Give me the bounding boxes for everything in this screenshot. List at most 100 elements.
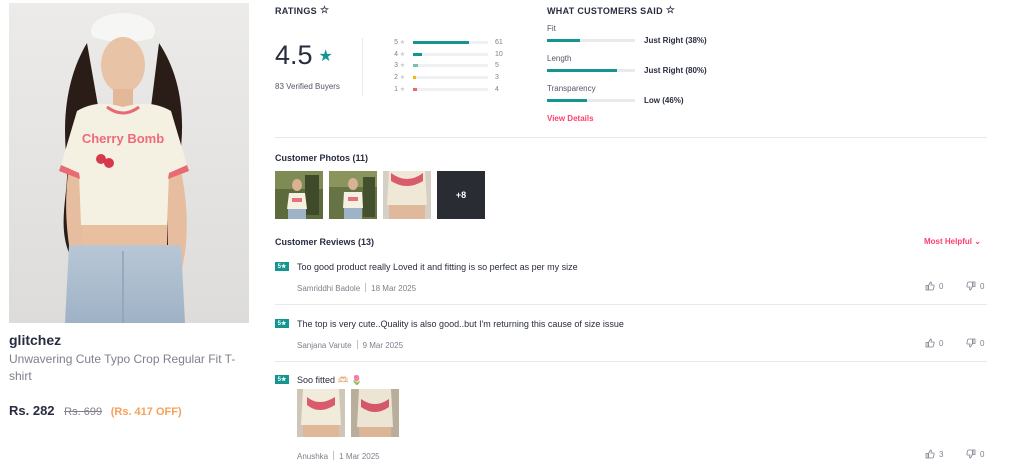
customers-said-title: WHAT CUSTOMERS SAID [547, 5, 663, 16]
fit-bar [547, 39, 635, 42]
thumbs-down-icon [966, 281, 976, 291]
review-photo[interactable] [297, 389, 345, 437]
review-rating-badge: 5★ [275, 262, 289, 271]
rating-row-bar [413, 76, 488, 80]
rating-row-bar [413, 41, 488, 45]
shirt-print-text: Cherry Bomb [82, 131, 164, 146]
review-author: Anushka [297, 452, 329, 461]
star-icon: ★ [399, 63, 406, 70]
transparency-value: Low (46%) [644, 96, 684, 105]
review-date: 18 Mar 2025 [371, 284, 417, 293]
chevron-down-icon: ⌄ [974, 237, 981, 246]
rating-row-bar [413, 87, 488, 91]
product-name: Unwavering Cute Typo Crop Regular Fit T-… [9, 352, 236, 383]
length-bar [547, 69, 635, 72]
review-divider [275, 361, 987, 362]
star-outline-icon: ☆ [319, 5, 330, 16]
helpful-button[interactable]: 0 [925, 281, 943, 291]
review-rating-badge: 5★ [275, 375, 289, 384]
rating-row-label: 3 [394, 62, 398, 70]
rating-row-label: 2 [394, 74, 398, 82]
review-meta: Anushka 1 Mar 2025 [297, 451, 380, 461]
fit-bar-fill [547, 39, 581, 42]
review-text: The top is very cute..Quality is also go… [297, 319, 624, 329]
not-helpful-count: 0 [980, 449, 985, 459]
rating-row-label: 5 [394, 39, 398, 47]
review-author: Samriddhi Badole [297, 284, 361, 293]
product-brand: glitchez [9, 332, 62, 348]
not-helpful-button[interactable]: 0 [966, 281, 984, 291]
thumbs-up-icon [925, 338, 935, 348]
rating-row-label: 1 [394, 85, 398, 93]
rating-row-bar [413, 64, 488, 68]
customers-said-header: WHAT CUSTOMERS SAID ☆ [547, 5, 675, 16]
not-helpful-count: 0 [980, 338, 985, 348]
rating-row-bar [413, 52, 488, 56]
rating-row-bar-fill [413, 87, 417, 91]
review-divider [275, 304, 987, 305]
sort-dropdown[interactable]: Most Helpful ⌄ [924, 237, 981, 246]
not-helpful-count: 0 [980, 281, 985, 291]
thumbs-up-icon [925, 449, 935, 459]
section-divider [275, 137, 987, 138]
rating-row-label: 4 [394, 50, 398, 58]
ratings-header: RATINGS ☆ [275, 5, 329, 16]
review-author: Sanjana Varute [297, 341, 352, 350]
price-row: Rs. 282 Rs. 699 (Rs. 417 OFF) [9, 403, 182, 418]
star-outline-icon: ☆ [665, 5, 676, 16]
ratings-divider [362, 38, 363, 96]
average-rating-value: 4.5 [275, 40, 313, 70]
rating-row-count: 61 [495, 39, 503, 47]
rating-row-5: 5 ★ 61 [390, 37, 509, 49]
rating-row-2: 2 ★ 3 [390, 72, 509, 84]
transparency-label: Transparency [547, 84, 596, 93]
length-value: Just Right (80%) [644, 66, 707, 75]
helpful-button[interactable]: 3 [925, 449, 943, 459]
helpful-count: 0 [939, 281, 944, 291]
length-label: Length [547, 54, 572, 63]
review-text: Soo fitted 🫶🏻 🌷 [297, 375, 363, 385]
thumbs-up-icon [925, 281, 935, 291]
helpful-button[interactable]: 0 [925, 338, 943, 348]
rating-row-count: 3 [495, 74, 499, 82]
customer-photo-thumbnail[interactable] [383, 171, 431, 219]
helpful-count: 3 [939, 449, 944, 459]
star-icon: ★ [399, 86, 406, 93]
helpful-count: 0 [939, 338, 944, 348]
review-rating-badge: 5★ [275, 319, 289, 328]
star-icon: ★ [399, 75, 406, 82]
average-rating: 4.5 ★ [275, 40, 333, 71]
transparency-bar [547, 99, 635, 102]
customer-reviews-title: Customer Reviews (13) [275, 237, 375, 247]
review-date: 9 Mar 2025 [362, 341, 404, 350]
discount-label: (Rs. 417 OFF) [110, 406, 182, 418]
rating-row-count: 10 [495, 50, 503, 58]
customer-photos-title: Customer Photos (11) [275, 153, 369, 163]
star-icon: ★ [399, 40, 406, 47]
review-meta: Sanjana Varute 9 Mar 2025 [297, 340, 403, 350]
fit-label: Fit [547, 24, 556, 33]
length-bar-fill [547, 69, 618, 72]
rating-row-bar-fill [413, 64, 418, 68]
verified-buyers: 83 Verified Buyers [275, 82, 340, 91]
more-photos-button[interactable]: +8 [437, 171, 485, 219]
rating-row-bar-fill [413, 52, 422, 56]
review-date: 1 Mar 2025 [339, 452, 380, 461]
review-photo[interactable] [351, 389, 399, 437]
not-helpful-button[interactable]: 0 [966, 449, 984, 459]
view-details-link[interactable]: View Details [547, 114, 594, 123]
thumbs-down-icon [966, 449, 976, 459]
not-helpful-button[interactable]: 0 [966, 338, 984, 348]
customer-photo-thumbnail[interactable] [275, 171, 323, 219]
rating-row-bar-fill [413, 41, 470, 45]
fit-value: Just Right (38%) [644, 36, 707, 45]
rating-row-1: 1 ★ 4 [390, 83, 509, 95]
review-text: Too good product really Loved it and fit… [297, 262, 578, 272]
star-icon: ★ [399, 51, 406, 58]
product-image[interactable]: Cherry Bomb [9, 3, 249, 323]
rating-row-count: 4 [495, 85, 499, 93]
sort-label: Most Helpful [924, 237, 972, 246]
rating-row-3: 3 ★ 5 [390, 60, 509, 72]
customer-photo-thumbnail[interactable] [329, 171, 377, 219]
selling-price: Rs. 282 [9, 403, 55, 418]
